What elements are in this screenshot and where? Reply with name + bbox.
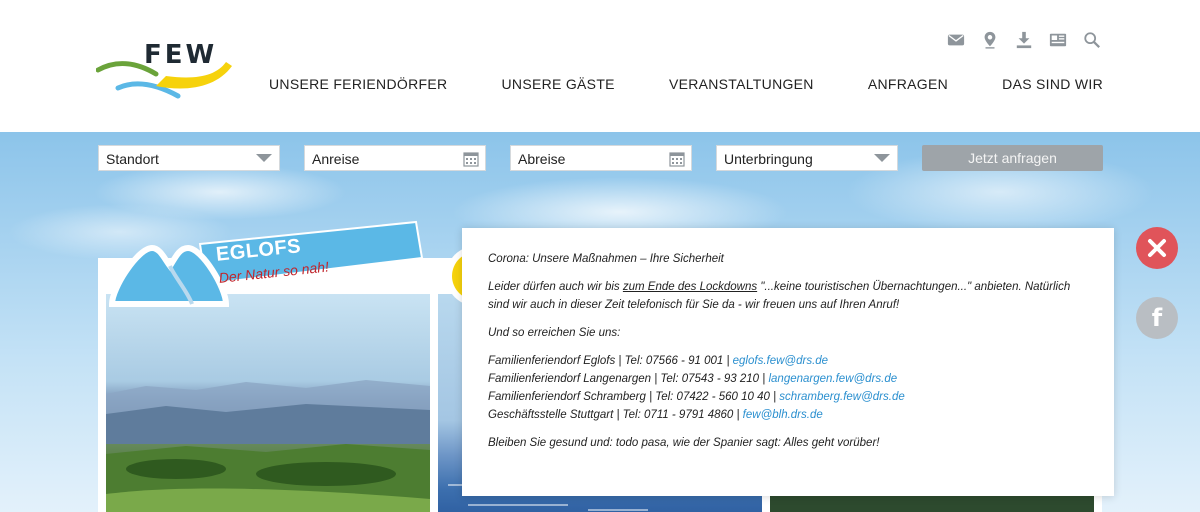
chevron-down-icon (256, 154, 272, 162)
anreise-value: Anreise (312, 151, 360, 167)
nav-das-sind-wir[interactable]: DAS SIND WIR (1002, 76, 1103, 92)
forest-image (770, 494, 1094, 512)
logo-text: FEW (144, 40, 218, 70)
contact-text: Familienferiendorf Schramberg | Tel: 074… (488, 391, 780, 403)
chevron-down-icon (874, 154, 890, 162)
notice-paragraph-1: Leider dürfen auch wir bis zum Ende des … (488, 278, 1088, 314)
unterbringung-select[interactable]: Unterbringung (716, 145, 898, 171)
anreise-input[interactable]: Anreise (304, 145, 486, 171)
facebook-icon: f (1151, 304, 1163, 332)
abreise-value: Abreise (518, 151, 566, 167)
calendar-icon[interactable] (669, 151, 685, 170)
email-link[interactable]: langenargen.few@drs.de (768, 373, 897, 385)
search-icon[interactable] (1082, 30, 1102, 50)
nav-veranstaltungen[interactable]: VERANSTALTUNGEN (669, 76, 814, 92)
unterbringung-value: Unterbringung (724, 151, 813, 167)
notice-paragraph-2: Und so erreichen Sie uns: (488, 327, 621, 339)
location-pin-icon[interactable] (980, 30, 1000, 50)
close-notice-button[interactable] (1136, 227, 1178, 269)
email-link[interactable]: eglofs.few@drs.de (733, 355, 828, 367)
jetzt-anfragen-button[interactable]: Jetzt anfragen (922, 145, 1103, 171)
contact-line: Familienferiendorf Langenargen | Tel: 07… (488, 370, 1088, 388)
notice-p1-before: Leider dürfen auch wir bis (488, 281, 623, 293)
contact-text: Familienferiendorf Langenargen | Tel: 07… (488, 373, 769, 385)
download-icon[interactable] (1014, 30, 1034, 50)
eglofs-landscape-image (106, 294, 430, 512)
notice-closing: Bleiben Sie gesund und: todo pasa, wie d… (488, 437, 880, 449)
close-icon (1148, 239, 1166, 257)
notice-title: Corona: Unsere Maßnahmen – Ihre Sicherhe… (488, 253, 724, 265)
contact-list: Familienferiendorf Eglofs | Tel: 07566 -… (488, 352, 1088, 424)
abreise-input[interactable]: Abreise (510, 145, 692, 171)
site-header: FEW UNSERE FERIENDÖRFER UNSERE GÄSTE VER… (0, 0, 1200, 132)
main-nav: UNSERE FERIENDÖRFER UNSERE GÄSTE VERANST… (269, 76, 1103, 92)
contact-line: Familienferiendorf Schramberg | Tel: 074… (488, 388, 1088, 406)
newspaper-icon[interactable] (1048, 30, 1068, 50)
standort-select[interactable]: Standort (98, 145, 280, 171)
corona-notice-modal: Corona: Unsere Maßnahmen – Ihre Sicherhe… (462, 228, 1114, 496)
nav-anfragen[interactable]: ANFRAGEN (868, 76, 948, 92)
facebook-button[interactable]: f (1136, 297, 1178, 339)
calendar-icon[interactable] (463, 151, 479, 170)
nav-gaeste[interactable]: UNSERE GÄSTE (502, 76, 615, 92)
mail-icon[interactable] (946, 30, 966, 50)
few-logo[interactable]: FEW (96, 40, 236, 104)
contact-line: Geschäftsstelle Stuttgart | Tel: 0711 - … (488, 406, 1088, 424)
contact-line: Familienferiendorf Eglofs | Tel: 07566 -… (488, 352, 1088, 370)
lockdown-link[interactable]: zum Ende des Lockdowns (623, 281, 757, 293)
standort-value: Standort (106, 151, 159, 167)
nav-feriendoerfer[interactable]: UNSERE FERIENDÖRFER (269, 76, 447, 92)
contact-text: Familienferiendorf Eglofs | Tel: 07566 -… (488, 355, 733, 367)
email-link[interactable]: schramberg.few@drs.de (779, 391, 904, 403)
email-link[interactable]: few@blh.drs.de (743, 409, 823, 421)
contact-text: Geschäftsstelle Stuttgart | Tel: 0711 - … (488, 409, 743, 421)
utility-icons (946, 30, 1102, 50)
